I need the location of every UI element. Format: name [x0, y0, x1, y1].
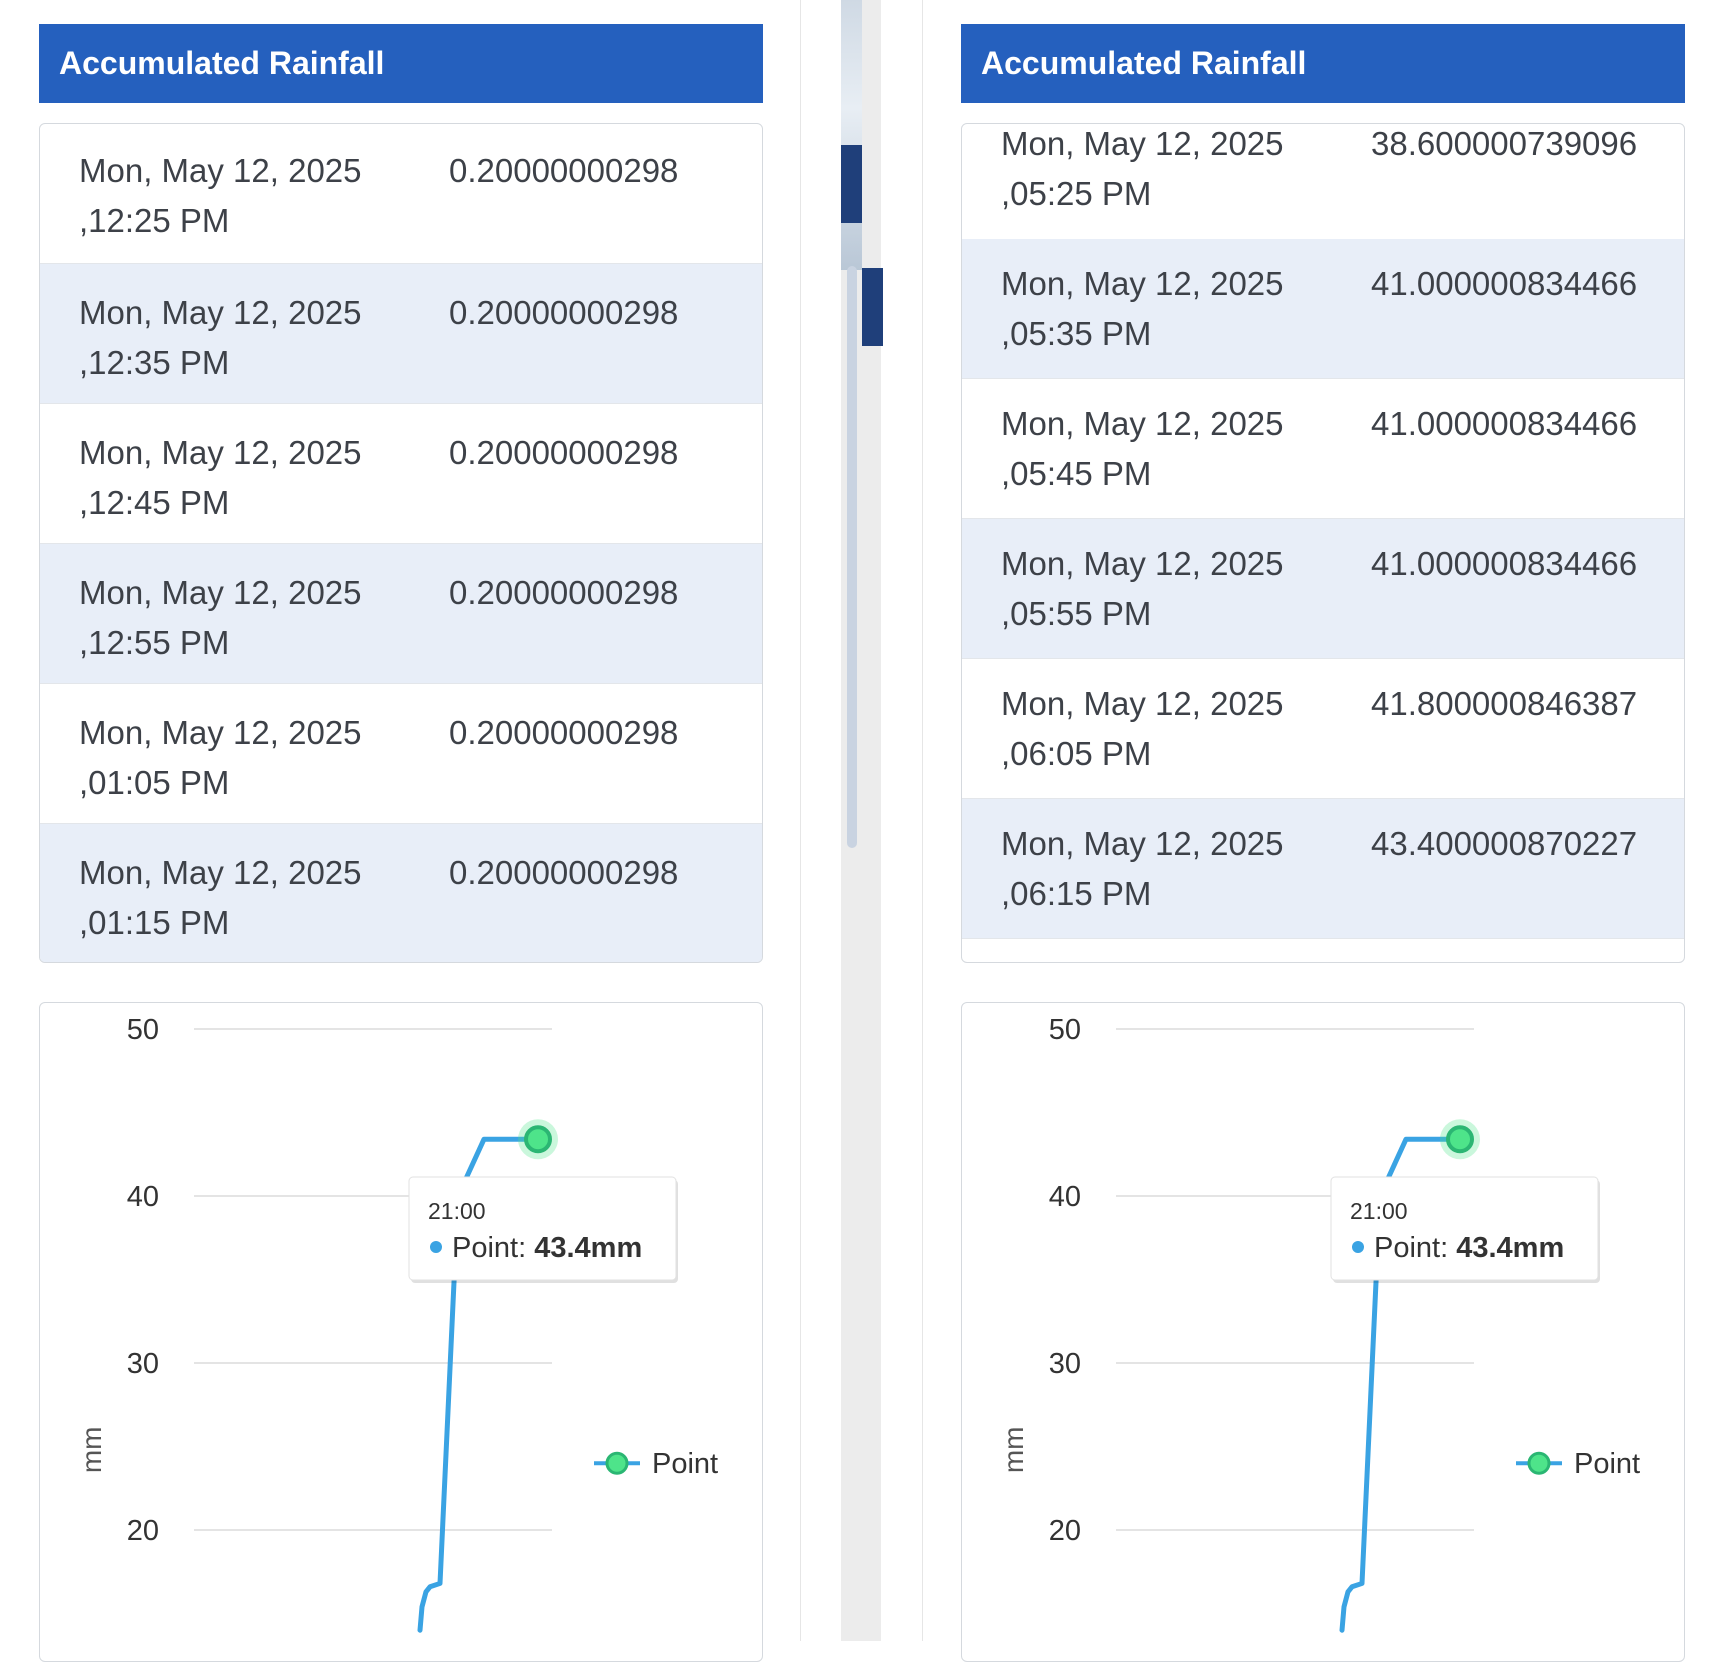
row-date: Mon, May 12, 2025	[79, 574, 362, 611]
table-row[interactable]: Mon, May 12, 2025 ,01:15 PM 0.2000000029…	[40, 824, 762, 962]
tooltip-time: 21:00	[428, 1198, 486, 1224]
y-tick-label: 20	[1049, 1515, 1081, 1547]
table-row[interactable]: Mon, May 12, 2025 ,06:15 PM 43.400000870…	[962, 799, 1684, 939]
row-time: ,05:55 PM	[1001, 595, 1152, 632]
tooltip-time: 21:00	[1350, 1198, 1408, 1224]
tooltip-label: Point:	[1374, 1232, 1456, 1264]
tooltip-text: Point: 43.4mm	[1374, 1232, 1564, 1264]
row-date: Mon, May 12, 2025	[1001, 545, 1284, 582]
row-value: 0.20000000298	[449, 854, 679, 891]
rainfall-panel-left: Accumulated Rainfall Mon, May 12, 2025 ,…	[39, 0, 763, 1662]
row-date: Mon, May 12, 2025	[1001, 685, 1284, 722]
tooltip-label: Point:	[452, 1232, 534, 1264]
tooltip: 21:00 Point: 43.4mm	[1330, 1164, 1600, 1283]
row-date: Mon, May 12, 2025	[79, 294, 362, 331]
table-row[interactable]: Mon, May 12, 2025 ,06:05 PM 41.800000846…	[962, 659, 1684, 799]
data-point-marker	[524, 1125, 552, 1154]
rainfall-line-chart[interactable]: 20 30 40 50 mm 21:00 Point: 43.4mm Point	[962, 1003, 1686, 1663]
panel-header: Accumulated Rainfall	[961, 24, 1685, 103]
table-row[interactable]: Mon, May 12, 2025 ,05:55 PM 41.000000834…	[962, 519, 1684, 659]
row-value: 0.20000000298	[449, 434, 679, 471]
row-date: Mon, May 12, 2025	[1001, 405, 1284, 442]
row-time: ,12:45 PM	[79, 484, 230, 521]
row-date: Mon, May 12, 2025	[1001, 265, 1284, 302]
row-time: ,01:15 PM	[79, 904, 230, 941]
panel-header: Accumulated Rainfall	[39, 24, 763, 103]
table-row[interactable]: Mon, May 12, 2025 ,01:05 PM 0.2000000029…	[40, 684, 762, 824]
row-time: ,12:25 PM	[79, 202, 230, 239]
rainfall-table[interactable]: Mon, May 12, 2025 ,12:25 PM 0.2000000029…	[39, 123, 763, 963]
y-tick-label: 20	[127, 1515, 159, 1547]
table-row[interactable]: Mon, May 12, 2025 ,12:35 PM 0.2000000029…	[40, 264, 762, 404]
y-tick-label: 40	[1049, 1181, 1081, 1213]
table-row[interactable]: Mon, May 12, 2025 ,12:25 PM 0.2000000029…	[40, 124, 762, 264]
legend-label: Point	[652, 1448, 718, 1480]
row-value: 0.20000000298	[449, 152, 679, 189]
row-value: 41.800000846387	[1371, 685, 1638, 722]
row-value: 41.000000834466	[1371, 265, 1638, 302]
split-divider[interactable]	[841, 0, 883, 1641]
tooltip-pointer	[1447, 1164, 1473, 1177]
y-axis-title: mm	[998, 1427, 1029, 1474]
rainfall-chart-card: 20 30 40 50 mm 21:00 Point: 43.4mm Point	[39, 1002, 763, 1662]
row-time: ,05:35 PM	[1001, 315, 1152, 352]
tooltip-value: 43.4mm	[1456, 1232, 1564, 1264]
rainfall-chart-card: 20 30 40 50 mm 21:00 Point: 43.4mm Point	[961, 1002, 1685, 1662]
tooltip-value: 43.4mm	[534, 1232, 642, 1264]
legend-marker	[605, 1451, 629, 1475]
row-value: 43.400000870227	[1371, 825, 1638, 862]
tooltip-text: Point: 43.4mm	[452, 1232, 642, 1264]
tooltip: 21:00 Point: 43.4mm	[408, 1164, 678, 1283]
tooltip-series-dot	[1352, 1241, 1364, 1253]
row-date: Mon, May 12, 2025	[79, 152, 362, 189]
scrollbar-thumb[interactable]	[847, 266, 857, 848]
y-tick-label: 50	[127, 1014, 159, 1046]
tooltip-box	[1330, 1176, 1599, 1281]
row-time: ,06:15 PM	[1001, 875, 1152, 912]
row-value: 0.20000000298	[449, 294, 679, 331]
table-row[interactable]: Mon, May 12, 2025 ,05:45 PM 41.000000834…	[962, 379, 1684, 519]
y-tick-label: 30	[1049, 1348, 1081, 1380]
row-date: Mon, May 12, 2025	[79, 434, 362, 471]
y-tick-label: 50	[1049, 1014, 1081, 1046]
table-row[interactable]: Mon, May 12, 2025 ,12:55 PM 0.2000000029…	[40, 544, 762, 684]
row-date: Mon, May 12, 2025	[1001, 825, 1284, 862]
rainfall-panel-right: Accumulated Rainfall Mon, May 12, 2025 ,…	[961, 0, 1685, 1662]
table-row[interactable]: Mon, May 12, 2025 ,12:45 PM 0.2000000029…	[40, 404, 762, 544]
row-time: ,05:25 PM	[1001, 175, 1152, 212]
table-row[interactable]: Mon, May 12, 2025 ,05:35 PM 41.000000834…	[962, 239, 1684, 379]
row-date: Mon, May 12, 2025	[1001, 125, 1284, 162]
row-value: 0.20000000298	[449, 574, 679, 611]
row-date: Mon, May 12, 2025	[79, 854, 362, 891]
y-axis-title: mm	[76, 1427, 107, 1474]
background-image-strip	[841, 145, 862, 223]
tooltip-box	[408, 1176, 677, 1281]
y-tick-label: 30	[127, 1348, 159, 1380]
background-image-strip	[841, 0, 862, 270]
y-tick-label: 40	[127, 1181, 159, 1213]
legend-marker	[1527, 1451, 1551, 1475]
row-value: 41.000000834466	[1371, 545, 1638, 582]
tooltip-pointer	[525, 1164, 551, 1177]
row-value: 38.600000739096	[1371, 125, 1638, 162]
row-time: ,05:45 PM	[1001, 455, 1152, 492]
row-value: 41.000000834466	[1371, 405, 1638, 442]
data-point-marker	[1446, 1125, 1474, 1154]
row-time: ,06:05 PM	[1001, 735, 1152, 772]
row-date: Mon, May 12, 2025	[79, 714, 362, 751]
tooltip-series-dot	[430, 1241, 442, 1253]
row-time: ,12:35 PM	[79, 344, 230, 381]
rainfall-line-chart[interactable]: 20 30 40 50 mm 21:00 Point: 43.4mm Point	[40, 1003, 764, 1663]
legend-label: Point	[1574, 1448, 1640, 1480]
background-image-strip	[862, 268, 883, 346]
row-value: 0.20000000298	[449, 714, 679, 751]
rainfall-table[interactable]: Mon, May 12, 2025 ,05:25 PM 38.600000739…	[961, 123, 1685, 963]
row-time: ,01:05 PM	[79, 764, 230, 801]
row-time: ,12:55 PM	[79, 624, 230, 661]
